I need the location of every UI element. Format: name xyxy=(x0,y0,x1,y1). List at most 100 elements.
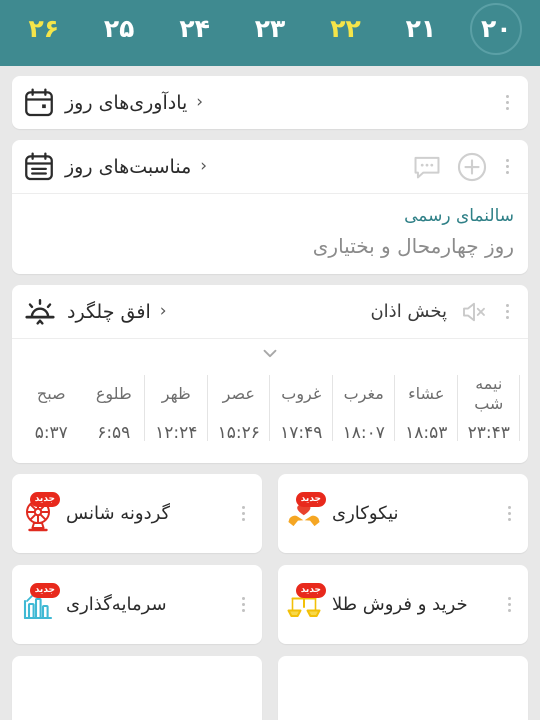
fortune-wheel-icon: جدید xyxy=(18,491,60,534)
new-badge: جدید xyxy=(29,582,60,598)
kebab-menu-icon[interactable] xyxy=(501,89,514,116)
prayer-time: ۱۵:۲۶ xyxy=(217,423,260,443)
reminders-card-actions[interactable] xyxy=(501,89,514,116)
tile-partial-next-1[interactable] xyxy=(12,656,262,720)
date-pill-5[interactable]: ۲۱ xyxy=(395,3,447,55)
prayer-times-card[interactable]: پخش اذان ‹ افق چلگرد صبح ۵:۳۷ طلوع ۶:۵۹ … xyxy=(12,285,528,463)
tile-gold-trading[interactable]: خرید و فروش طلا جدید xyxy=(278,565,528,644)
prayer-time: ۶:۵۹ xyxy=(97,423,131,443)
prayer-card-header[interactable]: پخش اذان ‹ افق چلگرد xyxy=(12,285,528,338)
speech-bubble-icon[interactable] xyxy=(411,151,443,183)
kebab-menu-icon[interactable] xyxy=(503,591,516,618)
prayer-card-actions[interactable]: پخش اذان xyxy=(370,297,514,327)
reminders-card-title: یادآوری‌های روز xyxy=(65,91,188,114)
chevron-left-icon[interactable]: ‹ xyxy=(196,94,203,111)
speaker-muted-icon[interactable] xyxy=(459,297,489,327)
prayer-col-isha: عشاء ۱۸:۵۳ xyxy=(395,369,458,447)
tile-wrap: گردونه شانس جدید xyxy=(4,474,270,565)
occasion-item: روز چهارمحال و بختیاری xyxy=(312,234,514,258)
tile-content[interactable]: خرید و فروش طلا جدید xyxy=(284,582,468,625)
reminders-card-header[interactable]: ‹ یادآوری‌های روز xyxy=(12,76,528,129)
header-gap xyxy=(0,57,540,66)
prayer-time: ۱۸:۰۷ xyxy=(342,423,385,443)
gold-scales-icon: جدید xyxy=(284,582,326,625)
new-badge: جدید xyxy=(295,491,326,507)
prayer-name: مغرب xyxy=(343,384,384,403)
tile-label: سرمایه‌گذاری xyxy=(66,594,167,615)
tile-wrap xyxy=(270,656,536,720)
investment-chart-icon: جدید xyxy=(18,582,60,625)
tile-label: نیکوکاری xyxy=(332,503,399,524)
calendar-lines-icon xyxy=(22,150,56,184)
chevron-down-icon[interactable] xyxy=(259,342,281,364)
tile-wrap: نیکوکاری جدید xyxy=(270,474,536,565)
prayer-col-sunset: غروب ۱۷:۴۹ xyxy=(270,369,333,447)
prayer-card-title: افق چلگرد xyxy=(67,300,151,323)
date-pill-3[interactable]: ۲۳ xyxy=(244,3,296,55)
prayer-col-midnight: نیمه شب ۲۳:۴۳ xyxy=(458,369,521,447)
kebab-menu-icon[interactable] xyxy=(501,298,514,325)
prayer-col-sunrise: طلوع ۶:۵۹ xyxy=(83,369,146,447)
prayer-name: نیمه شب xyxy=(474,374,504,413)
tile-charity[interactable]: نیکوکاری جدید xyxy=(278,474,528,553)
chevron-left-icon[interactable]: ‹ xyxy=(200,158,207,175)
tile-content[interactable]: نیکوکاری جدید xyxy=(284,491,399,534)
prayer-name: طلوع xyxy=(95,384,132,403)
date-strip[interactable]: ۲۶ ۲۵ ۲۴ ۲۳ ۲۲ ۲۱ ۲۰ xyxy=(0,0,540,57)
azan-playback-label[interactable]: پخش اذان xyxy=(370,301,447,322)
prayer-time: ۱۲:۲۴ xyxy=(155,423,198,443)
occasions-card-title: مناسبت‌های روز xyxy=(65,155,192,178)
prayer-col-noon: ظهر ۱۲:۲۴ xyxy=(145,369,208,447)
prayer-time: ۱۷:۴۹ xyxy=(280,423,323,443)
prayer-col-fajr: صبح ۵:۳۷ xyxy=(20,369,83,447)
occasions-official-label: سالنمای رسمی xyxy=(404,206,514,226)
prayer-card-title-group[interactable]: ‹ افق چلگرد xyxy=(22,294,167,330)
prayer-name: غروب xyxy=(281,384,322,403)
date-pill-0[interactable]: ۲۶ xyxy=(18,3,70,55)
plus-circle-icon[interactable] xyxy=(455,150,489,184)
prayer-expand-toggle[interactable] xyxy=(12,339,528,367)
prayer-name: عشاء xyxy=(408,384,445,403)
tile-fortune-wheel[interactable]: گردونه شانس جدید xyxy=(12,474,262,553)
tile-wrap: خرید و فروش طلا جدید xyxy=(270,565,536,656)
kebab-menu-icon[interactable] xyxy=(503,500,516,527)
prayer-time: ۲۳:۴۳ xyxy=(467,423,510,443)
tile-wrap xyxy=(4,656,270,720)
tile-partial-next-2[interactable] xyxy=(278,656,528,720)
charity-hands-icon: جدید xyxy=(284,491,326,534)
reminders-card[interactable]: ‹ یادآوری‌های روز xyxy=(12,76,528,129)
new-badge: جدید xyxy=(29,491,60,507)
tile-label: خرید و فروش طلا xyxy=(332,594,468,615)
new-badge: جدید xyxy=(295,582,326,598)
calendar-dot-icon xyxy=(22,86,56,120)
prayer-col-maghrib: مغرب ۱۸:۰۷ xyxy=(333,369,396,447)
kebab-menu-icon[interactable] xyxy=(237,591,250,618)
prayer-name: ظهر xyxy=(161,384,191,403)
date-pill-4[interactable]: ۲۲ xyxy=(319,3,371,55)
kebab-menu-icon[interactable] xyxy=(237,500,250,527)
reminders-card-title-group[interactable]: ‹ یادآوری‌های روز xyxy=(22,86,203,120)
date-pill-today[interactable]: ۲۰ xyxy=(470,2,523,55)
kebab-menu-icon[interactable] xyxy=(501,153,514,180)
tile-investment[interactable]: سرمایه‌گذاری جدید xyxy=(12,565,262,644)
occasions-body: سالنمای رسمی روز چهارمحال و بختیاری xyxy=(12,194,528,274)
app-root: ۲۶ ۲۵ ۲۴ ۲۳ ۲۲ ۲۱ ۲۰ ‹ یادآوری‌های روز xyxy=(0,0,540,720)
prayer-name: عصر xyxy=(222,384,255,403)
occasions-card[interactable]: ‹ مناسبت‌های روز سالنمای رسمی روز چهارمح xyxy=(12,140,528,274)
tile-content[interactable]: گردونه شانس جدید xyxy=(18,491,171,534)
date-pill-2[interactable]: ۲۴ xyxy=(169,3,221,55)
sunrise-icon xyxy=(22,294,58,330)
tile-content[interactable]: سرمایه‌گذاری جدید xyxy=(18,582,167,625)
occasions-card-title-group[interactable]: ‹ مناسبت‌های روز xyxy=(22,150,207,184)
prayer-col-asr: عصر ۱۵:۲۶ xyxy=(208,369,271,447)
prayer-name: صبح xyxy=(36,384,66,403)
date-pill-1[interactable]: ۲۵ xyxy=(93,3,145,55)
occasions-card-header[interactable]: ‹ مناسبت‌های روز xyxy=(12,140,528,193)
prayer-times-grid: صبح ۵:۳۷ طلوع ۶:۵۹ ظهر ۱۲:۲۴ عصر ۱۵:۲۶ غ… xyxy=(12,367,528,463)
prayer-time: ۵:۳۷ xyxy=(34,423,68,443)
occasions-card-actions[interactable] xyxy=(411,150,514,184)
chevron-left-icon[interactable]: ‹ xyxy=(160,303,167,320)
feature-tile-grid: گردونه شانس جدید xyxy=(0,474,540,720)
prayer-time: ۱۸:۵۳ xyxy=(405,423,448,443)
tile-label: گردونه شانس xyxy=(66,503,171,524)
